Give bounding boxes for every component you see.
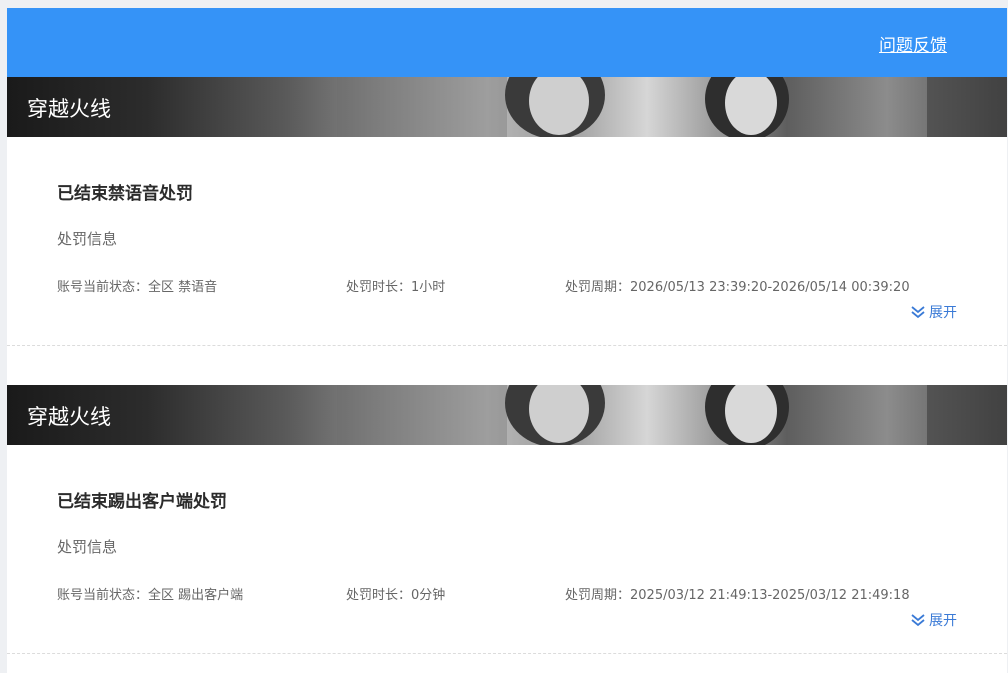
game-banner: 穿越火线: [7, 385, 1007, 445]
account-status-label: 账号当前状态：: [57, 588, 149, 603]
banner-artwork: [337, 77, 1007, 137]
record-divider: [7, 653, 1007, 654]
double-chevron-down-icon: [911, 306, 925, 319]
penalty-period-value: 2026/05/13 23:39:20-2026/05/14 00:39:20: [630, 280, 910, 295]
penalty-duration-value: 0分钟: [411, 588, 446, 603]
game-title: 穿越火线: [27, 97, 111, 121]
penalty-period: 处罚周期：2025/03/12 21:49:13-2025/03/12 21:4…: [565, 584, 910, 603]
banner-artwork: [337, 385, 1007, 445]
penalty-records-page: 问题反馈 穿越火线 已结束禁语音处罚 处罚信息 账号当前状态：全区 禁语音 处罚…: [7, 8, 1007, 673]
expand-button[interactable]: 展开: [910, 302, 957, 322]
account-status-value: 全区 踢出客户端: [148, 588, 244, 603]
penalty-period-label: 处罚周期：: [565, 588, 631, 603]
game-banner: 穿越火线: [7, 77, 1007, 137]
penalty-period: 处罚周期：2026/05/13 23:39:20-2026/05/14 00:3…: [565, 276, 910, 295]
account-status-value: 全区 禁语音: [148, 280, 218, 295]
penalty-info-heading: 处罚信息: [57, 538, 118, 556]
penalty-info-heading: 处罚信息: [57, 230, 118, 248]
penalty-card: 穿越火线 已结束禁语音处罚 处罚信息 账号当前状态：全区 禁语音 处罚时长：1小…: [7, 77, 1007, 346]
account-status-label: 账号当前状态：: [57, 280, 149, 295]
header-bar: 问题反馈: [7, 8, 1007, 77]
penalty-period-label: 处罚周期：: [565, 280, 631, 295]
penalty-card: 穿越火线 已结束踢出客户端处罚 处罚信息 账号当前状态：全区 踢出客户端 处罚时…: [7, 385, 1007, 654]
expand-button[interactable]: 展开: [910, 610, 957, 630]
penalty-duration-label: 处罚时长：: [346, 588, 412, 603]
penalty-title: 已结束禁语音处罚: [57, 184, 193, 204]
double-chevron-down-icon: [911, 614, 925, 627]
penalty-duration-label: 处罚时长：: [346, 280, 412, 295]
feedback-link[interactable]: 问题反馈: [879, 31, 947, 56]
account-status: 账号当前状态：全区 禁语音: [57, 276, 217, 295]
expand-label: 展开: [929, 613, 957, 629]
penalty-title: 已结束踢出客户端处罚: [57, 492, 227, 512]
penalty-duration: 处罚时长：0分钟: [346, 584, 445, 603]
penalty-duration: 处罚时长：1小时: [346, 276, 445, 295]
record-divider: [7, 345, 1007, 346]
game-title: 穿越火线: [27, 405, 111, 429]
penalty-duration-value: 1小时: [411, 280, 446, 295]
account-status: 账号当前状态：全区 踢出客户端: [57, 584, 243, 603]
penalty-period-value: 2025/03/12 21:49:13-2025/03/12 21:49:18: [630, 588, 910, 603]
expand-label: 展开: [929, 305, 957, 321]
